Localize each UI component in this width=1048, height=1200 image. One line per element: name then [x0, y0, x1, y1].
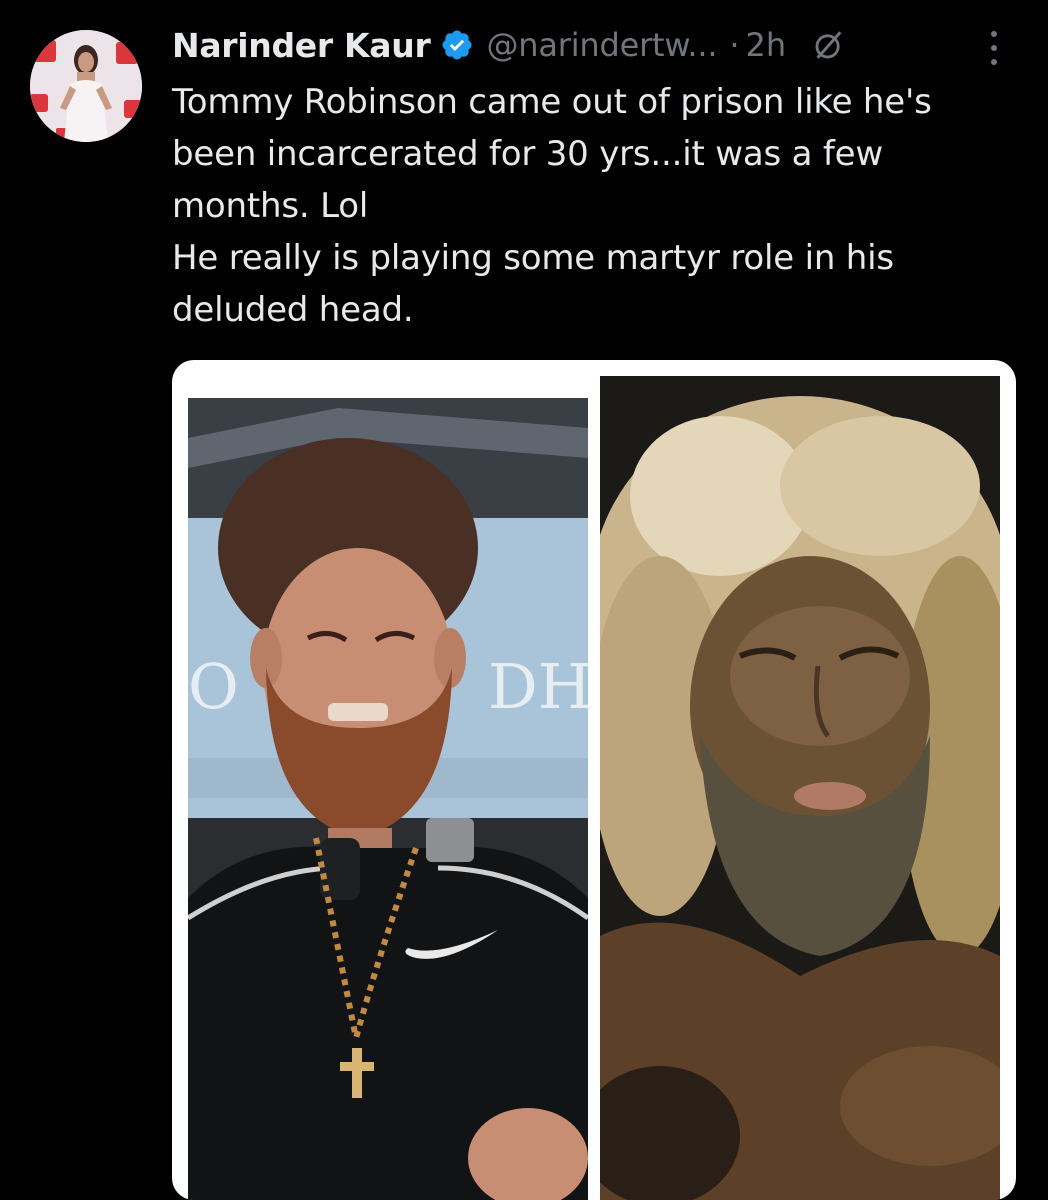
user-handle[interactable]: @narindertw... [486, 26, 717, 64]
photo-left[interactable]: O DH [188, 398, 588, 1200]
separator-dot: · [729, 26, 740, 64]
sign-text-right: DH [488, 650, 588, 723]
tweet[interactable]: Narinder Kaur @narindertw... · 2h Tommy … [0, 0, 1048, 1200]
sign-text-left: O [188, 650, 239, 723]
grok-icon[interactable] [812, 28, 846, 62]
media-card[interactable]: O DH [172, 360, 1016, 1200]
photo-right-image [600, 376, 1000, 1200]
photo-left-image: O DH [188, 398, 588, 1200]
verified-badge-icon [440, 28, 474, 62]
timestamp[interactable]: 2h [746, 26, 787, 64]
tweet-header: Narinder Kaur @narindertw... · 2h [172, 22, 846, 68]
photo-right[interactable] [600, 376, 1000, 1200]
more-vertical-icon[interactable] [984, 28, 1004, 68]
avatar[interactable] [30, 30, 142, 142]
display-name[interactable]: Narinder Kaur [172, 26, 431, 65]
tweet-text: Tommy Robinson came out of prison like h… [172, 82, 932, 330]
avatar-image [30, 30, 142, 142]
